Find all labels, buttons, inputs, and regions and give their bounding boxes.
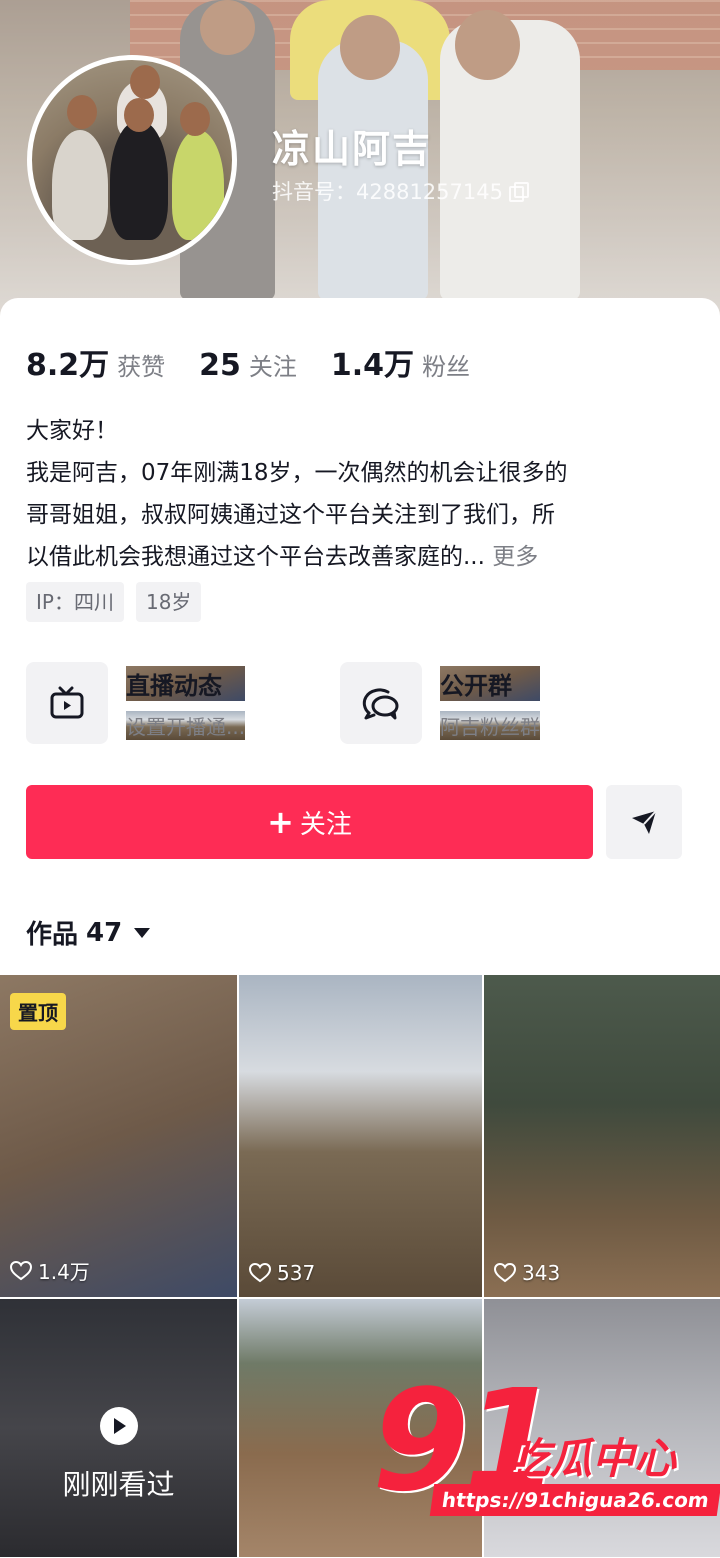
play-icon [99,1407,138,1445]
avatar-face [124,98,154,132]
avatar-figure [52,130,108,240]
video-thumbnail[interactable]: 537 [239,975,482,1297]
works-tab[interactable]: 作品 47 [26,914,151,951]
stat-value: 25 [199,348,241,383]
public-group-subtitle: 阿吉粉丝群 [440,711,540,740]
avatar[interactable] [27,55,237,265]
video-thumbnail[interactable]: 置顶 1.4万 [0,975,237,1297]
caret-down-icon [134,927,151,938]
stat-label: 获赞 [117,353,166,381]
stat-label: 粉丝 [422,353,471,381]
recently-viewed-label: 刚刚看过 [62,1468,175,1501]
bio-line-text: 以借此机会我想通过这个平台去改善家庭的... [26,544,485,570]
video-likes-count: 537 [277,1261,316,1285]
follow-button-label: 关注 [299,809,352,840]
avatar-face [67,95,97,129]
douyin-id-text: 抖音号：42881257145 [272,180,503,204]
profile-stats: 8.2万 获赞 25 关注 1.4万 粉丝 [26,340,504,384]
stat-label: 关注 [248,353,297,381]
video-likes-count: 1.4万 [38,1260,90,1284]
heart-icon [10,1260,32,1280]
plus-icon: + [267,803,294,841]
recently-viewed-marker: 刚刚看过 [0,1407,237,1503]
bio-line: 大家好！ [26,418,118,444]
avatar-face [130,65,160,99]
video-likes: 537 [249,1261,315,1285]
send-icon [632,810,657,834]
chat-bubble-icon [340,662,422,744]
public-group-title: 公开群 [440,666,540,701]
watermark-url: https://91chigua26.com [429,1484,720,1516]
works-count: 47 [86,917,123,948]
pinned-badge: 置顶 [10,993,66,1030]
watermark-logo-text: 吃瓜中心 [508,1434,677,1483]
video-thumbnail[interactable]: 343 [484,975,720,1297]
age-tag: 18岁 [135,582,202,622]
stat-likes[interactable]: 8.2万 获赞 [26,340,165,384]
heart-icon [249,1263,271,1283]
bio-line: 以借此机会我想通过这个平台去改善家庭的... 更多 [26,536,696,578]
stat-followers[interactable]: 1.4万 粉丝 [331,340,470,384]
video-likes: 343 [494,1261,560,1285]
public-group-entry[interactable]: 公开群 阿吉粉丝群 [340,662,540,744]
stat-value: 1.4万 [330,348,415,383]
video-likes-count: 343 [522,1261,561,1285]
tv-icon [26,662,108,744]
stat-following[interactable]: 25 关注 [199,347,297,383]
profile-name: 凉山阿吉 [272,127,433,171]
video-likes: 1.4万 [10,1256,90,1285]
avatar-face [180,102,210,136]
bio-line: 哥哥姐姐，叔叔阿姨通过这个平台关注到了我们，所 [26,502,555,528]
avatar-figure [110,120,168,240]
profile-card [0,298,720,978]
works-label: 作品 [26,920,79,950]
bio-line: 我是阿吉，07年刚满18岁，一次偶然的机会让很多的 [26,460,568,486]
follow-button[interactable]: + 关注 [26,785,593,859]
copy-icon[interactable] [508,182,529,202]
send-message-button[interactable] [606,785,682,859]
stat-value: 8.2万 [26,348,110,383]
avatar-figure [172,130,224,240]
live-updates-subtitle: 设置开播通... [126,711,246,740]
douyin-id[interactable]: 抖音号：42881257145 [272,176,529,206]
bio-more-link[interactable]: 更多 [492,544,538,570]
heart-icon [494,1263,516,1283]
ip-location-tag: IP：四川 [26,582,124,622]
profile-tags: IP：四川 18岁 [26,582,202,622]
video-thumbnail[interactable]: 刚刚看过 [0,1299,237,1557]
live-updates-title: 直播动态 [126,666,246,701]
live-updates-entry[interactable]: 直播动态 设置开播通... [26,662,246,744]
profile-bio[interactable]: 大家好！ 我是阿吉，07年刚满18岁，一次偶然的机会让很多的 哥哥姐姐，叔叔阿姨… [26,410,696,578]
